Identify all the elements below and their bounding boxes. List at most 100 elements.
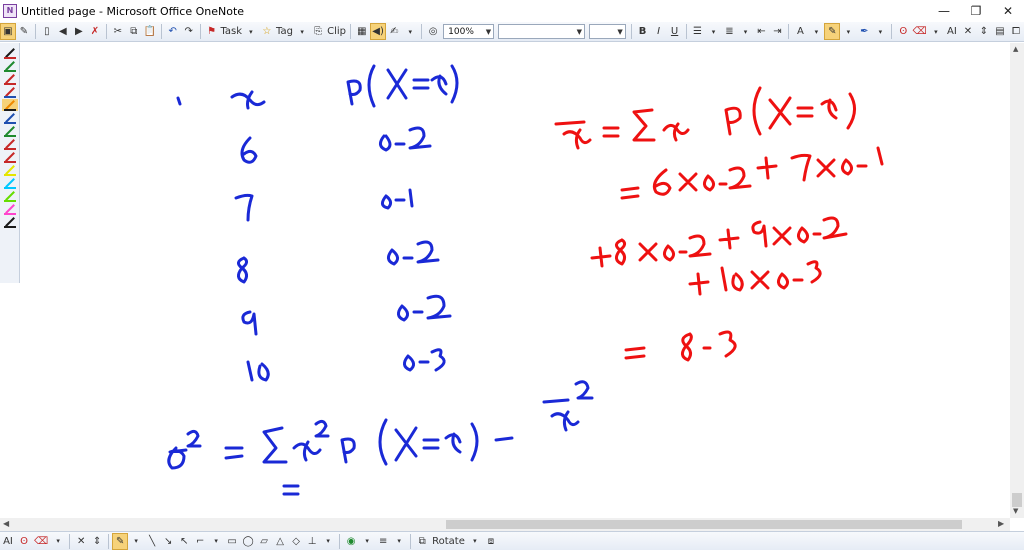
ink-to-text-icon[interactable]: AI [0,533,16,550]
forward-arrow-icon[interactable]: ▶ [71,23,87,40]
rotate-dropdown-arrow-icon[interactable]: ▾ [467,533,483,550]
speaker-icon[interactable]: ◀) [369,23,387,40]
pen-12-icon[interactable] [2,190,18,202]
bullets-dropdown-arrow-icon[interactable]: ▾ [705,23,721,40]
axis-tool-icon[interactable]: ⌐ [192,533,208,550]
insert-space-icon[interactable]: ⇕ [976,23,992,40]
lasso-icon[interactable]: ʘ [16,533,32,550]
scroll-down-arrow-icon[interactable]: ▼ [1013,507,1018,515]
pen-tool-dropdown-arrow-icon[interactable]: ▾ [128,533,144,550]
triangle-tool-icon[interactable]: △ [272,533,288,550]
arrow-tool-icon[interactable]: ↘ [160,533,176,550]
pen-color-icon[interactable]: ✒ [856,23,872,40]
pen-7-icon[interactable] [2,125,18,137]
scroll-left-arrow-icon[interactable]: ◀ [3,519,9,528]
eraser-icon[interactable]: ⌫ [911,23,928,40]
pen-mode-icon[interactable]: ✎ [16,23,32,40]
copy-icon[interactable]: ⧉ [126,23,142,40]
pen-2-icon[interactable] [2,60,18,72]
increase-indent-icon[interactable]: ⇥ [769,23,785,40]
redo-icon[interactable]: ↷ [181,23,197,40]
pen-13-icon[interactable] [2,203,18,215]
clip-icon[interactable]: ⎘ [310,23,326,40]
insert-space-icon[interactable]: ⇕ [89,533,105,550]
ink-dropdown-arrow-icon[interactable]: ▾ [402,23,418,40]
rotate-button[interactable]: Rotate [430,533,467,550]
task-button[interactable]: Task [220,23,243,40]
bold-button[interactable]: B [635,23,651,40]
numbering-icon[interactable]: ≣ [721,23,737,40]
bullets-icon[interactable]: ☰ [689,23,705,40]
font-color-dropdown-arrow-icon[interactable]: ▾ [808,23,824,40]
pen-color-dropdown-arrow-icon[interactable]: ▾ [872,23,888,40]
pen-8-icon[interactable] [2,138,18,150]
font-combo[interactable]: ▼ [498,24,586,39]
highlighter-icon[interactable]: ✎ [824,23,841,40]
undo-icon[interactable]: ↶ [165,23,181,40]
pen-6-icon[interactable] [2,112,18,124]
task-flag-icon[interactable]: ⚑ [204,23,220,40]
select-icon[interactable]: ⧉ [414,533,430,550]
diamond-tool-icon[interactable]: ◇ [288,533,304,550]
zoom-combo[interactable]: 100% ▼ [443,24,495,39]
restore-button[interactable]: ❐ [960,0,992,22]
axes-3d-tool-icon[interactable]: ⊥ [304,533,320,550]
note-canvas[interactable] [20,43,1008,518]
pen-5-icon[interactable] [1,98,18,111]
shapes-dropdown-arrow-icon[interactable]: ▾ [320,533,336,550]
fill-color-icon[interactable]: ◉ [343,533,359,550]
new-page-icon[interactable]: ▯ [39,23,55,40]
page-view-icon[interactable]: ▣ [0,23,16,40]
ellipse-tool-icon[interactable]: ◯ [240,533,256,550]
cross-icon[interactable]: ✕ [73,533,89,550]
page-list-icon[interactable]: ▤ [992,23,1008,40]
ink-to-text-icon[interactable]: AI [944,23,960,40]
fill-color-dropdown-arrow-icon[interactable]: ▾ [359,533,375,550]
back-arrow-icon[interactable]: ◀ [55,23,71,40]
pen-3-icon[interactable] [2,73,18,85]
clip-button[interactable]: Clip [326,23,347,40]
decrease-indent-icon[interactable]: ⇤ [753,23,769,40]
task-dropdown-arrow-icon[interactable]: ▾ [243,23,259,40]
eraser-dropdown-arrow-icon[interactable]: ▾ [928,23,944,40]
line-weight-icon[interactable]: ≡ [375,533,391,550]
rectangle-tool-icon[interactable]: ▭ [224,533,240,550]
tag-star-icon[interactable]: ☆ [259,23,275,40]
horizontal-scrollbar[interactable]: ◀ ▶ [0,518,1010,531]
numbering-dropdown-arrow-icon[interactable]: ▾ [737,23,753,40]
onenote-app-icon[interactable]: N [3,4,17,18]
line-weight-dropdown-arrow-icon[interactable]: ▾ [391,533,407,550]
font-size-combo[interactable]: ▼ [589,24,626,39]
italic-button[interactable]: I [651,23,667,40]
arrange-icon[interactable]: ⧈ [483,533,499,550]
underline-button[interactable]: U [667,23,683,40]
eraser-dropdown-arrow-icon[interactable]: ▾ [50,533,66,550]
pen-9-icon[interactable] [2,151,18,163]
paste-icon[interactable]: 📋 [142,23,158,40]
close-button[interactable]: ✕ [992,0,1024,22]
tag-dropdown-arrow-icon[interactable]: ▾ [294,23,310,40]
horizontal-scroll-thumb[interactable] [446,520,962,529]
tag-button[interactable]: Tag [275,23,294,40]
full-page-icon[interactable]: ⧠ [1008,23,1024,40]
pen-11-icon[interactable] [2,177,18,189]
scroll-right-arrow-icon[interactable]: ▶ [998,519,1004,528]
highlighter-dropdown-arrow-icon[interactable]: ▾ [840,23,856,40]
vertical-scrollbar[interactable]: ▲ ▼ [1010,43,1024,518]
double-arrow-tool-icon[interactable]: ↖ [176,533,192,550]
help-icon[interactable]: ◎ [425,23,441,40]
pen-1-icon[interactable] [2,47,18,59]
pen-10-icon[interactable] [2,164,18,176]
ink-icon[interactable]: ✍ [386,23,402,40]
pen-14-icon[interactable] [2,216,18,228]
lasso-icon[interactable]: ʘ [895,23,911,40]
minimize-button[interactable]: — [928,0,960,22]
parallelogram-tool-icon[interactable]: ▱ [256,533,272,550]
table-icon[interactable]: ▦ [354,23,370,40]
cut-icon[interactable]: ✂ [110,23,126,40]
cross-icon[interactable]: ✕ [960,23,976,40]
pen-tool-icon[interactable]: ✎ [112,532,129,550]
vertical-scroll-thumb[interactable] [1012,493,1022,507]
pen-4-icon[interactable] [2,86,18,98]
font-color-icon[interactable]: A [792,23,808,40]
